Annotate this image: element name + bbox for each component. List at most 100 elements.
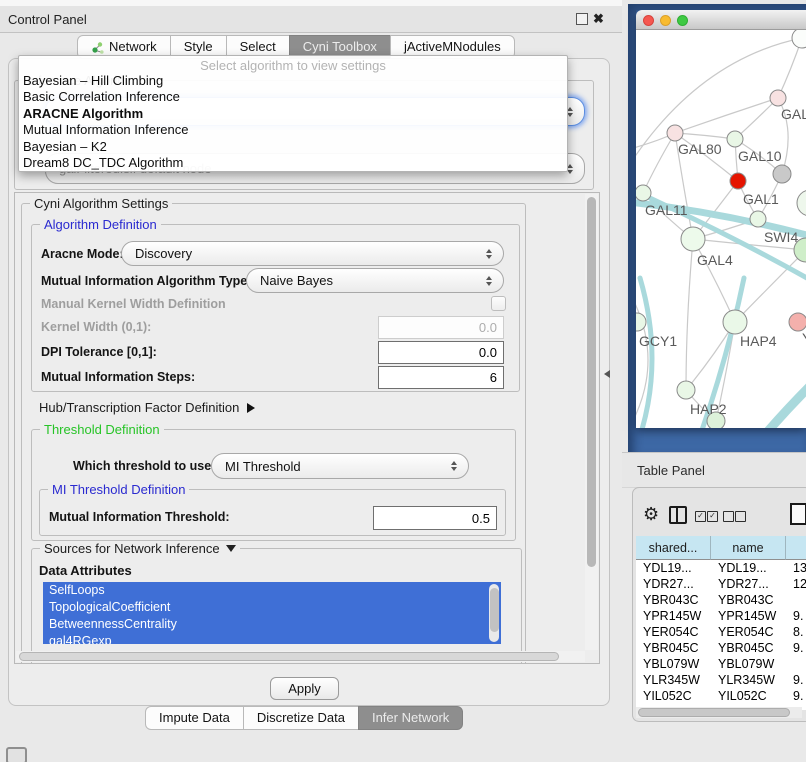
node-label-y: Y (802, 330, 806, 346)
combo-arrows-icon (486, 276, 492, 286)
hub-definition-label: Hub/Transcription Factor Definition (39, 400, 239, 415)
panel-collapse-arrow[interactable] (604, 370, 610, 378)
mi-threshold-label: Mutual Information Threshold: (49, 510, 230, 524)
table-panel-header: Table Panel (622, 452, 806, 488)
network-node[interactable] (730, 173, 746, 189)
node-table: shared...nameA YDL19...YDL19...13YDR27..… (636, 536, 806, 710)
table-row[interactable]: YDL19...YDL19...13 (636, 560, 806, 576)
dpi-tolerance-input[interactable]: 0.0 (378, 341, 504, 364)
network-node-gal11[interactable] (636, 185, 651, 201)
attribute-item-selfloops[interactable]: SelfLoops (43, 582, 501, 599)
unchecked-box-icon[interactable] (735, 511, 746, 522)
network-node[interactable] (797, 190, 806, 216)
gear-icon[interactable]: ⚙ (643, 505, 659, 523)
algorithm-option-basic-correlation-inference[interactable]: Basic Correlation Inference (19, 89, 567, 105)
network-node-hap2[interactable] (677, 381, 695, 399)
zoom-window-icon[interactable] (677, 15, 688, 26)
table-cell: YBR045C (711, 640, 786, 656)
network-node-hap4[interactable] (723, 310, 747, 334)
close-window-icon[interactable] (643, 15, 654, 26)
column-header-a[interactable]: A (786, 536, 806, 560)
algorithm-definition-label: Algorithm Definition (40, 217, 161, 232)
list-scrollbar-thumb[interactable] (490, 588, 499, 632)
network-node-gal1[interactable] (750, 211, 766, 227)
float-panel-icon[interactable] (576, 13, 588, 25)
network-window-titlebar[interactable] (636, 10, 806, 30)
attribute-item-topologicalcoefficient[interactable]: TopologicalCoefficient (43, 599, 501, 616)
dpi-tolerance-label: DPI Tolerance [0,1]: (41, 345, 157, 359)
bottom-tab-row: Impute DataDiscretize DataInfer Network (145, 706, 463, 728)
table-horizontal-thumb[interactable] (638, 708, 790, 717)
tab-infer-network[interactable]: Infer Network (358, 706, 463, 730)
data-attributes-items: SelfLoopsTopologicalCoefficientBetweenne… (43, 582, 501, 644)
checked-box-icon[interactable]: ✓ (707, 511, 718, 522)
table-body: YDL19...YDL19...13YDR27...YDR27...12YBR0… (636, 560, 806, 704)
network-node-gal4[interactable] (681, 227, 705, 251)
docked-mini-icon[interactable] (6, 747, 27, 762)
attribute-item-gal4rgexp[interactable]: gal4RGexp (43, 633, 501, 644)
algorithm-option-bayesian-hill-climbing[interactable]: Bayesian – Hill Climbing (19, 73, 567, 89)
table-row[interactable]: YBR045CYBR045C9. (636, 640, 806, 656)
kernel-width-input[interactable]: 0.0 (378, 316, 504, 339)
columns-icon[interactable] (669, 506, 687, 524)
minimize-window-icon[interactable] (660, 15, 671, 26)
node-label-gal4: GAL4 (697, 252, 733, 268)
network-node-y[interactable] (789, 313, 806, 331)
column-header-shared-[interactable]: shared... (636, 536, 711, 560)
unchecked-box-icon[interactable] (723, 511, 734, 522)
table-row[interactable]: YPR145WYPR145W9. (636, 608, 806, 624)
table-horizontal-scrollbar[interactable] (636, 707, 802, 718)
settings-vertical-thumb[interactable] (587, 197, 596, 567)
table-cell: YPR145W (636, 608, 711, 624)
network-node[interactable] (792, 30, 806, 48)
network-canvas[interactable]: GAL7GAL80GAL10GAL11GAL1SWI4GAL4GCY1HAP4Y… (636, 30, 806, 428)
manual-kernel-width-checkbox[interactable] (491, 296, 506, 311)
network-node-gal80[interactable] (667, 125, 683, 141)
tab-discretize-data[interactable]: Discretize Data (243, 706, 359, 730)
table-row[interactable]: YLR345WYLR345W9. (636, 672, 806, 688)
kernel-width-label: Kernel Width (0,1): (41, 320, 151, 334)
mi-steps-label: Mutual Information Steps: (41, 370, 195, 384)
algorithm-dropdown-popup: Select algorithm to view settings Bayesi… (18, 55, 568, 172)
algorithm-option-bayesian-k2[interactable]: Bayesian – K2 (19, 139, 567, 155)
expander-arrow-icon (247, 403, 255, 413)
table-row[interactable]: YIL052CYIL052C9. (636, 688, 806, 704)
apply-button[interactable]: Apply (270, 677, 339, 700)
sources-group-label-text: Sources for Network Inference (44, 541, 220, 556)
network-node[interactable] (773, 165, 791, 183)
table-row[interactable]: YDR27...YDR27...12 (636, 576, 806, 592)
table-cell: 9. (786, 640, 806, 656)
algorithm-option-mutual-information-inference[interactable]: Mutual Information Inference (19, 122, 567, 138)
table-cell: 9. (786, 608, 806, 624)
table-row[interactable]: YBR043CYBR043C (636, 592, 806, 608)
sources-group-label[interactable]: Sources for Network Inference (40, 541, 240, 556)
table-row[interactable]: YER054CYER054C8. (636, 624, 806, 640)
which-threshold-combo[interactable]: MI Threshold (211, 453, 469, 479)
data-attributes-label: Data Attributes (39, 563, 132, 578)
column-header-name[interactable]: name (711, 536, 786, 560)
algorithm-option-dream8-dc-tdc-algorithm[interactable]: Dream8 DC_TDC Algorithm (19, 155, 567, 171)
settings-horizontal-thumb[interactable] (19, 652, 559, 661)
table-cell: YDL19... (636, 560, 711, 576)
table-cell: YDR27... (711, 576, 786, 592)
settings-horizontal-scrollbar[interactable] (16, 651, 585, 662)
table-cell: YLR345W (711, 672, 786, 688)
table-row[interactable]: YBL079WYBL079W (636, 656, 806, 672)
table-cell: 12 (786, 576, 806, 592)
algorithm-option-aracne-algorithm[interactable]: ARACNE Algorithm (19, 106, 567, 122)
document-icon[interactable] (790, 503, 806, 525)
data-attributes-list: SelfLoopsTopologicalCoefficientBetweenne… (43, 582, 501, 644)
mi-steps-input[interactable]: 6 (378, 366, 504, 389)
hub-definition-expander[interactable]: Hub/Transcription Factor Definition (39, 400, 255, 415)
tab-impute-data[interactable]: Impute Data (145, 706, 244, 730)
mi-threshold-input[interactable]: 0.5 (373, 506, 497, 530)
close-panel-icon[interactable]: ✖ (593, 13, 604, 25)
network-node-gal10[interactable] (727, 131, 743, 147)
network-node-gal7[interactable] (770, 90, 786, 106)
list-vertical-scrollbar[interactable] (489, 584, 499, 642)
settings-vertical-scrollbar[interactable] (585, 194, 598, 650)
mi-algorithm-type-combo[interactable]: Naive Bayes (246, 268, 504, 293)
attribute-item-betweennesscentrality[interactable]: BetweennessCentrality (43, 616, 501, 633)
checked-box-icon[interactable]: ✓ (695, 511, 706, 522)
aracne-mode-combo[interactable]: Discovery (121, 241, 504, 266)
